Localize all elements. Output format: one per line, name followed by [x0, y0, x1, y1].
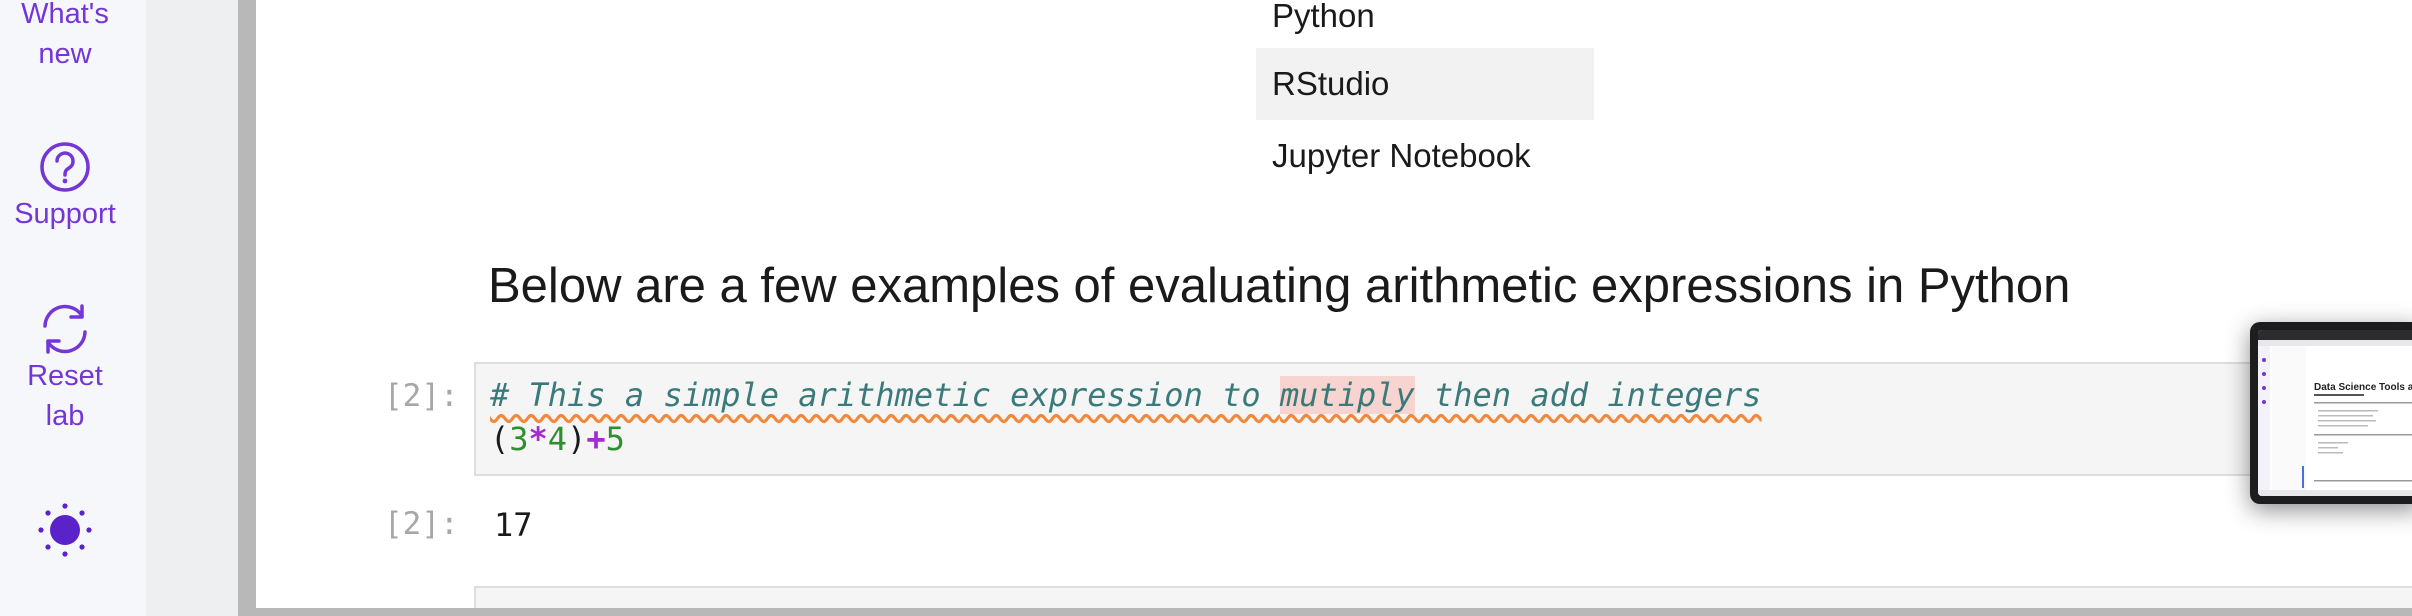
whats-new-label-line2: new	[38, 38, 92, 70]
code-expression-line: (3*4)+5	[490, 420, 625, 458]
code-open-paren: (	[490, 420, 510, 458]
code-number: 5	[605, 420, 625, 458]
code-number: 4	[547, 420, 568, 458]
whats-new-label-line1: What's	[21, 0, 109, 30]
thumbnail-ui-preview	[2258, 330, 2412, 496]
jupyterlab-window: What's new Support Reset lab Python RStu…	[0, 0, 2412, 616]
panel-border	[238, 0, 256, 616]
refresh-icon	[43, 304, 87, 354]
code-cell-editor[interactable]: # This a simple arithmetic expression to…	[474, 362, 2412, 476]
thumbnail-preview: Data Science Tools and Ecosystem	[2258, 330, 2412, 496]
code-comment-post: then add integers	[1414, 376, 1762, 414]
question-circle-icon	[40, 142, 90, 192]
code-close-paren: )	[567, 420, 587, 458]
code-comment-pre: # This a simple arithmetic expression to	[490, 376, 1280, 414]
screenshot-thumbnail[interactable]: Data Science Tools and Ecosystem	[2250, 322, 2412, 504]
reset-lab-button[interactable]: Reset lab	[0, 302, 130, 436]
cell-output: 17	[494, 506, 533, 544]
reset-label-line2: lab	[45, 400, 85, 432]
support-label: Support	[14, 198, 116, 230]
reset-label-line1: Reset	[27, 360, 103, 392]
whats-new-link[interactable]: What's new	[0, 0, 130, 74]
theme-toggle-button[interactable]	[0, 500, 130, 560]
code-comment-line: # This a simple arithmetic expression to…	[490, 376, 1762, 414]
sun-icon	[38, 503, 92, 557]
help-sidebar: What's new Support Reset lab	[0, 0, 146, 616]
code-operator: +	[586, 420, 606, 458]
sidebar-gutter	[146, 0, 238, 616]
table-cell-rstudio: RStudio	[1256, 48, 1594, 120]
thumbnail-heading: Data Science Tools and Ecosystem	[2314, 382, 2412, 393]
code-operator: *	[528, 420, 548, 458]
input-prompt: [2]:	[384, 378, 459, 414]
spellcheck-word: mutiply	[1279, 376, 1415, 414]
support-link[interactable]: Support	[0, 140, 130, 234]
markdown-heading: Below are a few examples of evaluating a…	[488, 259, 2071, 313]
table-cell-jupyter-notebook: Jupyter Notebook	[1272, 137, 1531, 174]
panel-scrollbar-track[interactable]	[238, 608, 2412, 616]
output-prompt: [2]:	[384, 506, 459, 542]
table-cell-python: Python	[1272, 0, 1375, 34]
code-number: 3	[509, 420, 529, 458]
